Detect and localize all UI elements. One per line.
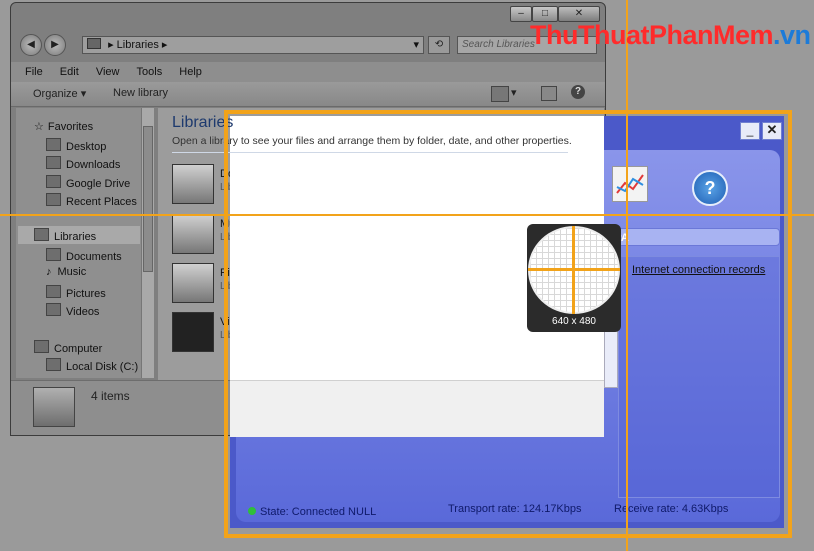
capture-selection-frame[interactable]: [224, 110, 792, 538]
videos-icon: [172, 312, 214, 352]
documents-icon: [172, 164, 214, 204]
nav-documents[interactable]: Documents: [46, 248, 122, 263]
new-library-button[interactable]: New library: [113, 87, 168, 99]
breadcrumb-libraries[interactable]: Libraries: [117, 39, 159, 51]
menu-edit[interactable]: Edit: [60, 66, 79, 78]
back-button[interactable]: ◀: [20, 34, 42, 56]
nav-libraries[interactable]: Libraries: [18, 226, 140, 244]
nav-music[interactable]: ♪ Music: [46, 266, 86, 278]
menu-help[interactable]: Help: [179, 66, 202, 78]
nav-local-disk[interactable]: Local Disk (C:): [46, 358, 138, 373]
crosshair-vertical: [626, 0, 628, 551]
desktop-icon: [46, 138, 61, 151]
pictures-icon: [46, 285, 61, 298]
address-bar[interactable]: ▸ Libraries ▸ ▾: [82, 36, 424, 54]
address-dropdown-icon[interactable]: ▾: [413, 37, 419, 53]
refresh-button[interactable]: ⟲: [428, 36, 450, 54]
downloads-icon: [46, 156, 61, 169]
menu-view[interactable]: View: [96, 66, 120, 78]
view-options-icon[interactable]: [491, 86, 509, 102]
view-dropdown-icon[interactable]: ▾: [511, 86, 517, 99]
watermark-logo: ThuThuatPhanMem.vn: [530, 20, 811, 50]
libraries-large-icon: [33, 387, 75, 427]
nav-videos[interactable]: Videos: [46, 303, 99, 318]
magnifier-cross-horizontal: [528, 268, 620, 271]
pictures-icon: [172, 263, 214, 303]
selection-size-readout: 640 x 480: [552, 316, 596, 327]
menu-file[interactable]: File: [25, 66, 43, 78]
folder-icon: [87, 38, 101, 49]
google-drive-icon: [46, 175, 61, 188]
nav-downloads[interactable]: Downloads: [46, 156, 120, 171]
computer-icon: [34, 340, 49, 353]
preview-pane-icon[interactable]: [541, 86, 557, 101]
disk-icon: [46, 358, 61, 371]
nav-desktop[interactable]: Desktop: [46, 138, 106, 153]
breadcrumb-sep-icon: ▸: [108, 39, 114, 51]
nav-computer[interactable]: Computer: [34, 340, 102, 355]
videos-icon: [46, 303, 61, 316]
navigation-pane: ☆ Favorites Desktop Downloads Google Driv…: [16, 108, 154, 378]
menu-tools[interactable]: Tools: [137, 66, 163, 78]
music-note-icon: ♪: [46, 266, 52, 278]
help-icon[interactable]: ?: [571, 85, 585, 99]
crosshair-horizontal: [0, 214, 814, 216]
nav-google-drive[interactable]: Google Drive: [46, 175, 130, 190]
nav-recent-places[interactable]: Recent Places: [46, 193, 137, 208]
libraries-icon: [34, 228, 49, 241]
nav-scroll-thumb[interactable]: [143, 126, 153, 272]
nav-pictures[interactable]: Pictures: [46, 285, 106, 300]
command-bar: Organize ▾ New library ▾ ?: [11, 82, 605, 107]
organize-button[interactable]: Organize ▾: [33, 87, 86, 100]
star-icon: ☆: [34, 121, 44, 133]
menu-bar: File Edit View Tools Help: [11, 62, 605, 82]
documents-icon: [46, 248, 61, 261]
forward-button[interactable]: ▶: [44, 34, 66, 56]
minimize-button[interactable]: ‒: [510, 6, 532, 22]
recent-places-icon: [46, 193, 61, 206]
music-icon: [172, 214, 214, 254]
item-count: 4 items: [91, 389, 130, 403]
nav-favorites[interactable]: ☆ Favorites: [34, 120, 93, 133]
